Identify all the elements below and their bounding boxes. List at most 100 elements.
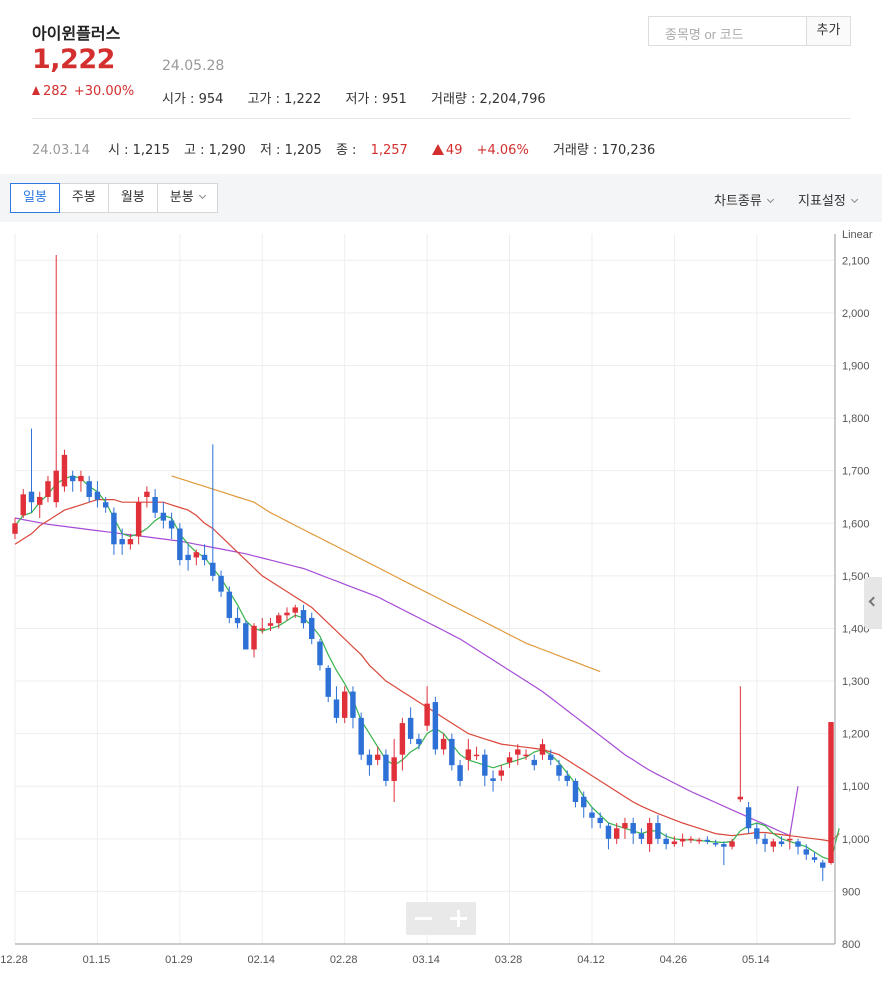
candle-body [457, 765, 463, 781]
day-high: 고 : 1,290 [184, 143, 246, 158]
candle-body [350, 691, 356, 718]
candle-body [564, 775, 570, 781]
zoom-out-button[interactable] [406, 902, 441, 935]
candle-body [374, 754, 381, 760]
candle-body [498, 770, 505, 776]
tab-daily[interactable]: 일봉 [10, 183, 60, 213]
candle-body [712, 843, 719, 845]
candle-body [581, 796, 587, 808]
candle-body [795, 841, 801, 847]
candle-body [144, 491, 150, 497]
candle-body [688, 838, 694, 841]
candle-body [811, 857, 818, 860]
chevron-left-icon [868, 596, 879, 607]
candle-body [185, 554, 191, 561]
candle-body [218, 575, 224, 592]
chart-grid [14, 234, 835, 944]
candle-body [449, 738, 455, 766]
candle-body [168, 520, 175, 529]
chart-type-dropdown[interactable]: 차트종류 [714, 190, 774, 209]
candle-body [787, 838, 793, 841]
x-tick-label: 02.28 [330, 954, 358, 966]
candle-body [737, 796, 744, 800]
x-tick-label: 03.14 [412, 954, 440, 966]
candle-body [358, 717, 364, 755]
zoom-in-button[interactable] [441, 902, 476, 935]
candle-body [111, 512, 117, 545]
day-date: 24.03.14 [32, 143, 90, 158]
candle-body [276, 615, 282, 624]
change-percent: +30.00% [73, 84, 135, 99]
candle-body [729, 841, 735, 847]
candle-body [226, 591, 233, 618]
chart-toolbar: 일봉 주봉 월봉 분봉 차트종류 지표설정 [0, 174, 882, 222]
up-triangle-icon [431, 144, 444, 155]
candle-body [539, 744, 546, 755]
tab-minute[interactable]: 분봉 [157, 183, 218, 213]
day-change: 49 +4.06% [431, 143, 539, 158]
candle-body [86, 481, 92, 497]
add-button[interactable]: 추가 [806, 16, 851, 46]
candle-body [721, 844, 727, 847]
candle-body [251, 625, 257, 650]
candle-body [28, 491, 35, 503]
minus-icon [415, 917, 432, 920]
candle-body [646, 823, 653, 845]
indicator-label: 지표설정 [798, 194, 846, 209]
day-low: 저 : 1,205 [259, 143, 322, 158]
candle-body [416, 738, 422, 745]
tab-monthly[interactable]: 월봉 [108, 183, 158, 213]
candle-body [317, 641, 323, 666]
candlestick-chart[interactable]: 8009001,0001,1001,2001,3001,4001,5001,60… [0, 222, 882, 984]
quote-stats: 시가 : 954 고가 : 1,222 저가 : 951 거래량 : 2,204… [162, 88, 566, 107]
candle-body [234, 617, 241, 624]
candle-body [655, 823, 661, 839]
candle-body [770, 841, 777, 847]
x-tick-label: 01.29 [165, 954, 193, 966]
ma120-line [171, 475, 601, 673]
candle-body [696, 839, 702, 842]
candle-body [638, 833, 645, 839]
candle-body [53, 470, 59, 503]
candle-body [424, 703, 430, 726]
day-close-label: 종 : [335, 143, 357, 158]
side-panel-toggle[interactable] [864, 577, 882, 629]
search-input[interactable]: 종목명 or 코드 [648, 16, 808, 46]
candle-body [407, 717, 414, 739]
stat-high: 고가 : 1,222 [247, 92, 322, 107]
candle-body [135, 502, 142, 537]
candle-body [803, 849, 809, 855]
y-tick-label: 1,300 [842, 676, 870, 688]
day-close-value: 1,257 [370, 143, 408, 158]
candle-body [300, 610, 307, 624]
candle-body [243, 623, 249, 650]
x-tick-label: 04.12 [577, 954, 605, 966]
tab-weekly[interactable]: 주봉 [59, 183, 109, 213]
candle-body [333, 699, 340, 718]
x-tick-label: 03.28 [495, 954, 523, 966]
candle-body [78, 475, 84, 482]
candle-body [210, 562, 216, 576]
candles [12, 255, 834, 881]
y-tick-label: 1,200 [842, 729, 870, 741]
price-change: 282 +30.00% [32, 84, 134, 99]
candle-body [61, 454, 68, 487]
candle-body [383, 754, 389, 781]
y-tick-label: 2,000 [842, 308, 870, 320]
candle-body [102, 502, 109, 508]
day-change-pct: +4.06% [476, 143, 529, 158]
candle-body [622, 823, 628, 829]
candle-body [589, 812, 595, 818]
candle-body [523, 754, 529, 757]
candle-body [778, 841, 785, 845]
candle-body [531, 759, 537, 766]
current-price: 1,222 [32, 44, 115, 75]
candle-body [127, 539, 134, 545]
stat-open: 시가 : 954 [162, 92, 224, 107]
chart-type-label: 차트종류 [714, 194, 762, 209]
indicator-settings-dropdown[interactable]: 지표설정 [798, 190, 858, 209]
candle-body [391, 757, 397, 781]
quote-date: 24.05.28 [162, 58, 225, 74]
candle-body [515, 749, 521, 755]
y-tick-label: 1,900 [842, 360, 870, 372]
